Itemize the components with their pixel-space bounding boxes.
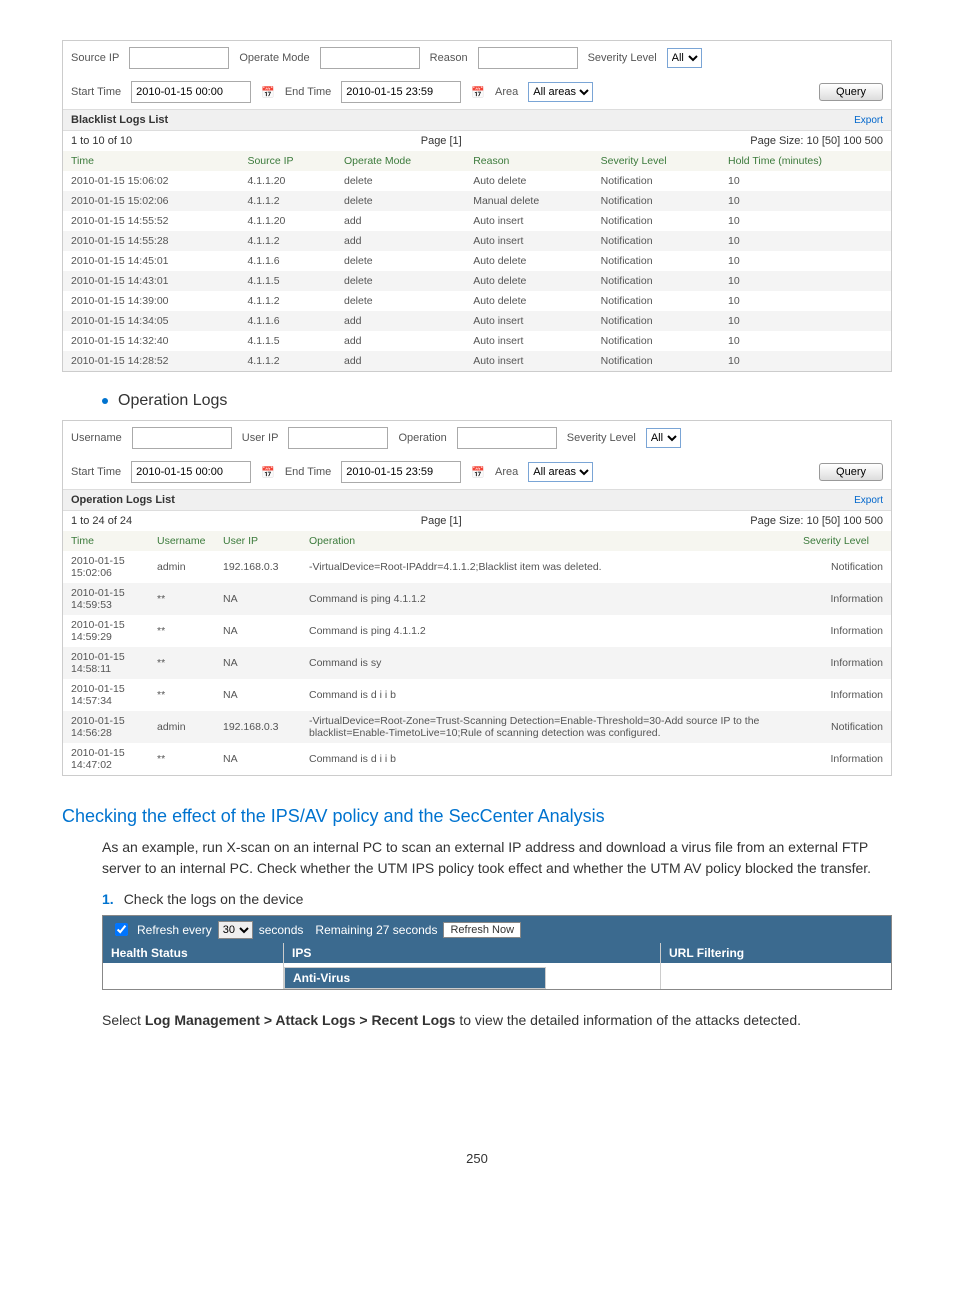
section-body: As an example, run X-scan on an internal…	[102, 837, 892, 879]
table-row: 2010-01-15 14:56:28admin192.168.0.3-Virt…	[63, 711, 891, 743]
severity-level-select[interactable]: All	[646, 428, 681, 448]
table-row: 2010-01-15 14:59:29**NACommand is ping 4…	[63, 615, 891, 647]
start-time-label: Start Time	[71, 466, 121, 478]
table-header: Severity Level	[795, 531, 891, 551]
page-size-label: Page Size: 10 [50] 100 500	[750, 515, 883, 527]
table-header: Time	[63, 531, 149, 551]
table-row: 2010-01-15 14:47:02**NACommand is d i i …	[63, 743, 891, 775]
step-1: 1. Check the logs on the device	[102, 891, 892, 907]
operation-input[interactable]	[457, 427, 557, 449]
export-link[interactable]: Export	[854, 115, 883, 126]
table-header: User IP	[215, 531, 301, 551]
page-size-label: Page Size: 10 [50] 100 500	[750, 135, 883, 147]
start-time-input[interactable]	[131, 461, 251, 483]
page-label: Page [1]	[421, 135, 462, 147]
userip-label: User IP	[242, 432, 279, 444]
start-time-input[interactable]	[131, 81, 251, 103]
table-row: 2010-01-15 15:02:064.1.1.2deleteManual d…	[63, 191, 891, 211]
calendar-icon[interactable]: 📅	[471, 86, 485, 99]
table-row: 2010-01-15 15:02:06admin192.168.0.3-Virt…	[63, 551, 891, 583]
reason-input[interactable]	[478, 47, 578, 69]
username-label: Username	[71, 432, 122, 444]
table-row: 2010-01-15 14:45:014.1.1.6deleteAuto del…	[63, 251, 891, 271]
remaining-seconds: Remaining 27 seconds	[315, 923, 437, 937]
table-row: 2010-01-15 14:43:014.1.1.5deleteAuto del…	[63, 271, 891, 291]
refresh-now-button[interactable]: Refresh Now	[443, 922, 521, 938]
table-row: 2010-01-15 14:39:004.1.1.2deleteAuto del…	[63, 291, 891, 311]
userip-input[interactable]	[288, 427, 388, 449]
source-ip-label: Source IP	[71, 52, 119, 64]
table-header: Severity Level	[593, 151, 720, 171]
record-count: 1 to 10 of 10	[71, 135, 132, 147]
antivirus-head: Anti-Virus	[285, 968, 545, 988]
page-number: 250	[62, 1151, 892, 1166]
page-label: Page [1]	[421, 515, 462, 527]
table-header: Hold Time (minutes)	[720, 151, 891, 171]
calendar-icon[interactable]: 📅	[261, 466, 275, 479]
calendar-icon[interactable]: 📅	[261, 86, 275, 99]
end-time-label: End Time	[285, 466, 331, 478]
table-row: 2010-01-15 14:55:524.1.1.20addAuto inser…	[63, 211, 891, 231]
device-logs-panel: Refresh every 30 seconds Remaining 27 se…	[102, 915, 892, 990]
table-row: 2010-01-15 14:58:11**NACommand is syInfo…	[63, 647, 891, 679]
severity-level-label: Severity Level	[567, 432, 636, 444]
record-count: 1 to 24 of 24	[71, 515, 132, 527]
health-status-head: Health Status	[103, 943, 283, 963]
area-label: Area	[495, 466, 518, 478]
table-header: Username	[149, 531, 215, 551]
end-time-label: End Time	[285, 86, 331, 98]
severity-level-select[interactable]: All	[667, 48, 702, 68]
table-row: 2010-01-15 14:28:524.1.1.2addAuto insert…	[63, 351, 891, 371]
table-header: Operation	[301, 531, 795, 551]
blacklist-logs-screenshot: Source IP Operate Mode Reason Severity L…	[62, 40, 892, 372]
query-button[interactable]: Query	[819, 463, 883, 481]
table-header: Source IP	[239, 151, 336, 171]
blacklist-table: TimeSource IPOperate ModeReasonSeverity …	[63, 151, 891, 371]
export-link[interactable]: Export	[854, 495, 883, 506]
oplogs-table: TimeUsernameUser IPOperationSeverity Lev…	[63, 531, 891, 775]
area-label: Area	[495, 86, 518, 98]
query-button[interactable]: Query	[819, 83, 883, 101]
operation-logs-heading: Operation Logs	[102, 392, 892, 410]
severity-level-label: Severity Level	[588, 52, 657, 64]
table-header: Time	[63, 151, 239, 171]
after-panel-text: Select Log Management > Attack Logs > Re…	[102, 1010, 892, 1031]
calendar-icon[interactable]: 📅	[471, 466, 485, 479]
refresh-bar: Refresh every 30 seconds Remaining 27 se…	[103, 916, 891, 943]
area-select[interactable]: All areas	[528, 82, 593, 102]
section-heading: Checking the effect of the IPS/AV policy…	[62, 806, 892, 827]
reason-label: Reason	[430, 52, 468, 64]
table-row: 2010-01-15 14:34:054.1.1.6addAuto insert…	[63, 311, 891, 331]
table-row: 2010-01-15 14:57:34**NACommand is d i i …	[63, 679, 891, 711]
operate-mode-label: Operate Mode	[239, 52, 309, 64]
start-time-label: Start Time	[71, 86, 121, 98]
refresh-checkbox[interactable]	[115, 923, 128, 936]
operate-mode-input[interactable]	[320, 47, 420, 69]
table-row: 2010-01-15 15:06:024.1.1.20deleteAuto de…	[63, 171, 891, 191]
table-header: Operate Mode	[336, 151, 465, 171]
ips-head: IPS	[284, 943, 660, 963]
operation-label: Operation	[398, 432, 446, 444]
oplogs-list-title: Operation Logs List	[71, 494, 175, 506]
username-input[interactable]	[132, 427, 232, 449]
table-header: Reason	[465, 151, 592, 171]
blacklist-list-title: Blacklist Logs List	[71, 114, 168, 126]
table-row: 2010-01-15 14:32:404.1.1.5addAuto insert…	[63, 331, 891, 351]
area-select[interactable]: All areas	[528, 462, 593, 482]
url-filtering-head: URL Filtering	[661, 943, 891, 963]
operation-logs-screenshot: Username User IP Operation Severity Leve…	[62, 420, 892, 776]
table-row: 2010-01-15 14:55:284.1.1.2addAuto insert…	[63, 231, 891, 251]
source-ip-input[interactable]	[129, 47, 229, 69]
end-time-input[interactable]	[341, 81, 461, 103]
table-row: 2010-01-15 14:59:53**NACommand is ping 4…	[63, 583, 891, 615]
end-time-input[interactable]	[341, 461, 461, 483]
refresh-interval-select[interactable]: 30	[218, 921, 253, 939]
bullet-icon	[102, 398, 108, 404]
